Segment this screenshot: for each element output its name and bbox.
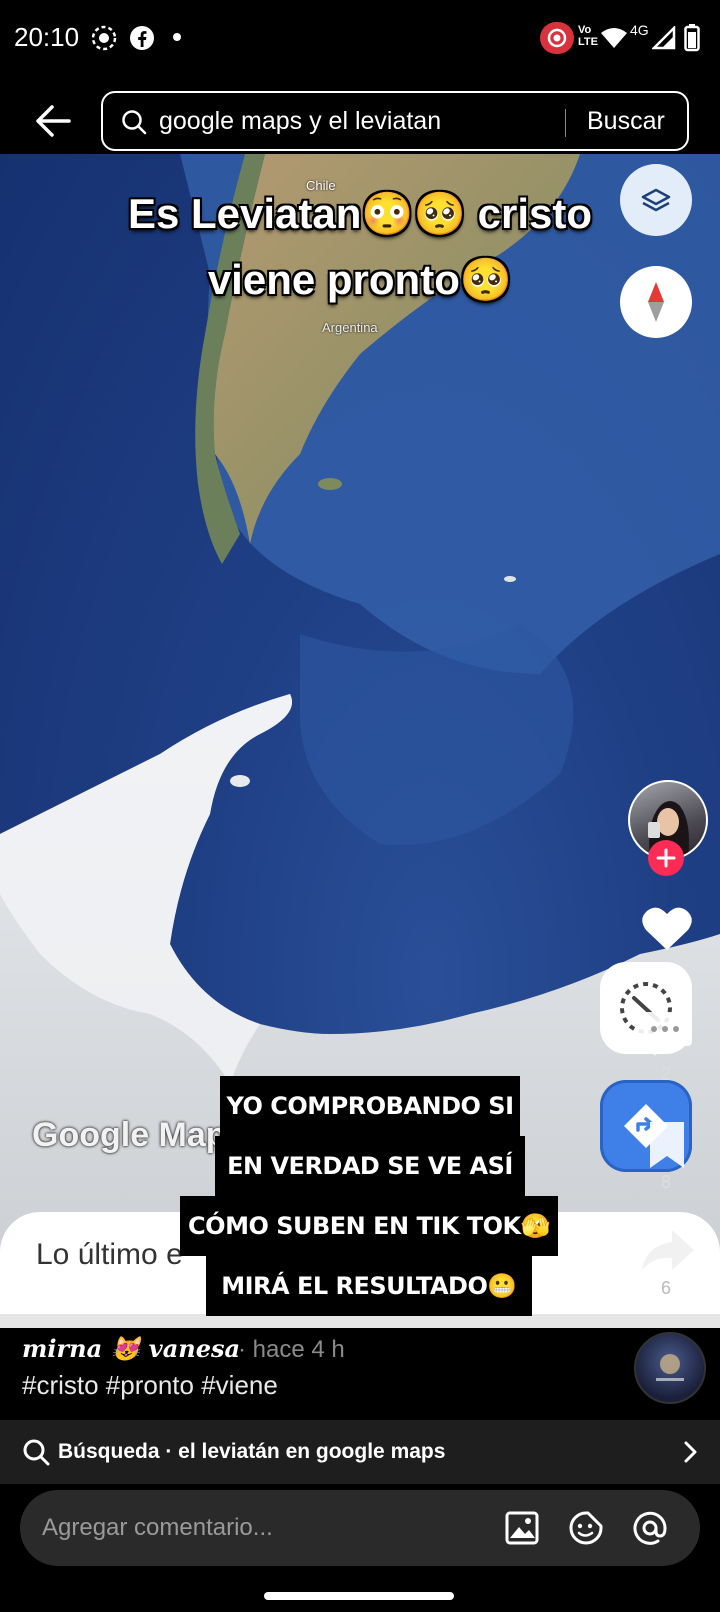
video-title-line-2: viene pronto🥺 — [207, 256, 513, 303]
comment-icon[interactable] — [636, 1008, 694, 1058]
search-query[interactable]: google maps y el leviatan — [159, 107, 441, 136]
video-progress-track — [0, 1314, 720, 1328]
search-icon — [23, 1439, 50, 1466]
network-type: 4G — [630, 22, 649, 38]
post-hashtags[interactable]: #cristo #pronto #viene — [22, 1370, 278, 1401]
caption-line-2: EN VERDAD SE VE ASÍ — [215, 1136, 525, 1196]
video-title-line-1: Es Leviatan😳🥺 cristo — [127, 190, 593, 237]
heart-icon[interactable] — [640, 904, 694, 954]
compass-button[interactable] — [620, 266, 692, 338]
layers-icon — [641, 188, 671, 212]
search-suggestion-label: Búsqueda · el leviatán en google maps — [58, 1440, 446, 1463]
follow-button[interactable] — [648, 840, 684, 876]
status-time: 20:10 — [14, 22, 80, 52]
plus-icon — [656, 848, 676, 868]
mention-icon[interactable] — [632, 1510, 668, 1546]
chevron-right-icon — [684, 1441, 697, 1463]
dot-icon — [173, 33, 181, 41]
share-icon[interactable] — [640, 1226, 696, 1276]
share-count: 6 — [660, 1278, 671, 1298]
signal-icon — [652, 26, 676, 50]
post-info-area: mirna 😻 vanesa · hace 4 h #cristo #pront… — [0, 1328, 720, 1612]
screen-record-icon — [91, 25, 117, 51]
compass-icon — [648, 282, 664, 322]
save-count: 8 — [660, 1172, 671, 1192]
map-sheet-text: Lo último e — [36, 1238, 183, 1271]
status-bar: 20:10 Vo LTE 4G — [0, 0, 720, 78]
arrow-left-icon[interactable] — [34, 104, 72, 138]
music-disc-icon — [656, 1354, 684, 1381]
search-button[interactable]: Buscar — [587, 107, 665, 136]
post-time: · hace 4 h — [238, 1336, 345, 1363]
facebook-icon — [130, 26, 154, 50]
layers-button[interactable] — [620, 164, 692, 236]
recording-icon — [540, 22, 574, 54]
comment-placeholder[interactable]: Agregar comentario... — [42, 1514, 273, 1542]
search-suggestion-bar[interactable]: Búsqueda · el leviatán en google maps — [0, 1420, 720, 1484]
music-disc[interactable] — [634, 1332, 706, 1404]
search-box[interactable]: google maps y el leviatan Buscar — [101, 91, 689, 151]
wifi-icon — [601, 28, 627, 48]
sticker-icon[interactable] — [568, 1510, 604, 1546]
battery-icon — [684, 24, 700, 52]
author-name[interactable]: mirna 😻 vanesa — [22, 1334, 240, 1363]
comment-input[interactable]: Agregar comentario... — [20, 1490, 700, 1566]
map-label-argentina: Argentina — [322, 320, 378, 335]
image-icon[interactable] — [504, 1510, 540, 1546]
volte-icon: Vo LTE — [578, 24, 598, 48]
bookmark-icon[interactable] — [644, 1118, 690, 1172]
home-indicator — [264, 1592, 454, 1600]
search-icon — [122, 110, 147, 135]
google-maps-watermark: Google Maps — [32, 1116, 246, 1154]
caption-line-4: MIRÁ EL RESULTADO😬 — [206, 1256, 532, 1316]
search-divider — [565, 109, 566, 137]
caption-line-1: YO COMPROBANDO SI — [220, 1076, 520, 1136]
caption-line-3: CÓMO SUBEN EN TIK TOK🫣 — [180, 1196, 558, 1256]
